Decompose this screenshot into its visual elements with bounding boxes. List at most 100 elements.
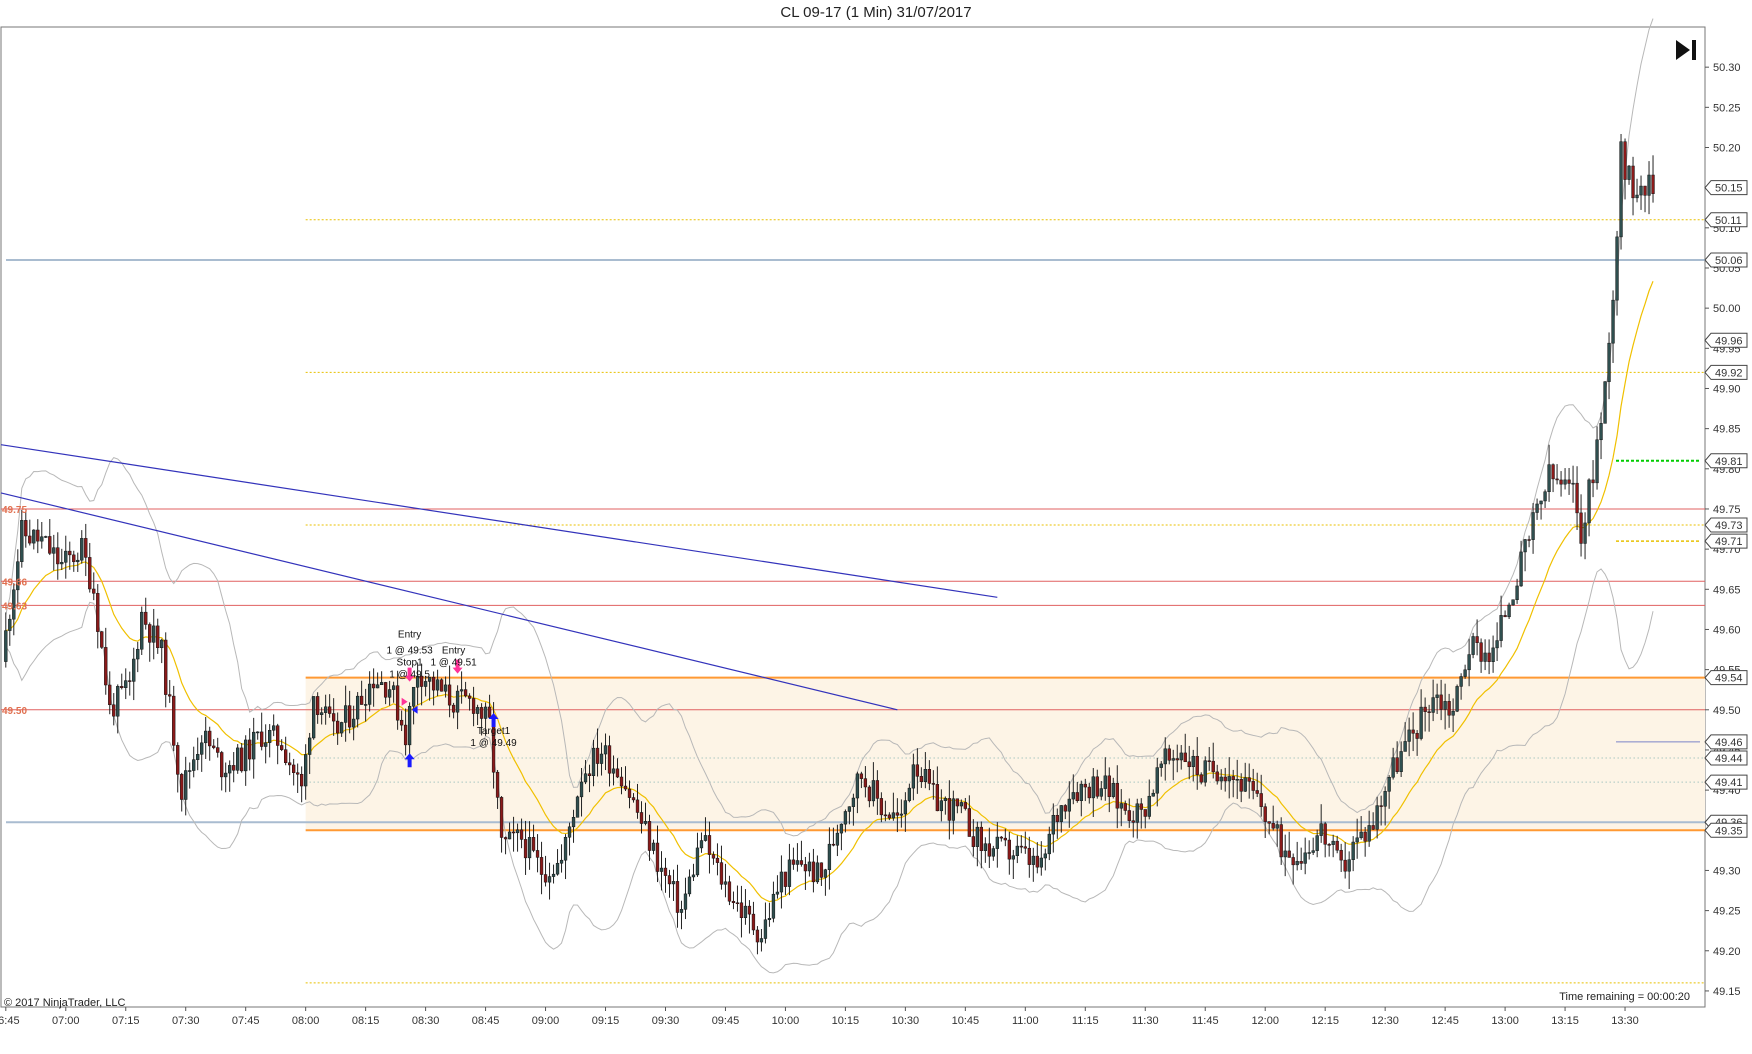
price-tag: 49.35 — [1704, 822, 1748, 838]
candle-body — [1143, 809, 1147, 817]
candle-body — [108, 684, 112, 706]
candle-body — [883, 814, 888, 817]
candle-body — [308, 737, 312, 755]
candle-body — [811, 861, 816, 883]
x-tick-label: 10:00 — [772, 1015, 800, 1027]
candle-body — [923, 769, 928, 782]
candle-body — [639, 812, 644, 824]
candle-body — [591, 747, 596, 776]
price-tag: 50.15 — [1704, 180, 1748, 196]
candle-body — [1259, 793, 1263, 807]
candle-body — [655, 842, 660, 872]
candle-body — [567, 826, 572, 838]
candle-body — [1139, 803, 1143, 810]
candle-body — [1215, 771, 1219, 782]
candle-body — [1007, 839, 1011, 860]
candle-body — [903, 800, 908, 815]
x-tick-label: 12:15 — [1311, 1015, 1339, 1027]
candle-body — [64, 550, 68, 563]
candle-body — [847, 806, 852, 812]
candle-body — [635, 799, 640, 813]
candle-body — [1459, 676, 1463, 687]
x-tick-label: 11:45 — [1192, 1015, 1219, 1027]
x-tick-label: 08:15 — [352, 1015, 380, 1027]
candle-body — [288, 762, 292, 766]
candle-body — [220, 752, 224, 778]
candle-body — [487, 706, 492, 718]
candle-body — [1339, 849, 1343, 861]
candle-body — [188, 770, 192, 772]
candle-body — [495, 771, 500, 798]
candle-body — [1079, 783, 1083, 801]
price-tag: 50.11 — [1704, 212, 1748, 228]
candle-body — [136, 648, 140, 660]
candle-body — [1447, 701, 1451, 716]
candle-body — [967, 808, 971, 837]
candle-body — [232, 765, 236, 771]
candle-body — [1515, 585, 1519, 600]
candle-body — [859, 773, 864, 779]
candle-body — [479, 707, 484, 719]
candle-body — [935, 784, 940, 812]
candle-body — [1203, 760, 1207, 783]
price-chart[interactable]: Entry1 @ 49.53Stop11 @ 49.5Entry1 @ 49.5… — [0, 0, 1752, 1054]
candle-body — [1099, 788, 1103, 797]
candle-body — [1507, 604, 1511, 618]
candle-body — [767, 918, 772, 921]
candle-body — [1479, 642, 1483, 662]
candle-body — [403, 724, 408, 746]
trade-annotation-label: 1 @ 49.53 — [386, 646, 433, 657]
candle-body — [803, 864, 808, 872]
candle-body — [68, 550, 72, 556]
candle-body — [256, 731, 260, 734]
x-tick-label: 10:30 — [892, 1015, 920, 1027]
candle-body — [759, 938, 764, 943]
candle-body — [128, 680, 132, 682]
candle-body — [1183, 752, 1187, 763]
candle-body — [124, 680, 128, 688]
price-tag-label: 50.06 — [1715, 255, 1743, 267]
candle-body — [551, 873, 556, 877]
candle-body — [471, 698, 476, 714]
candle-body — [1539, 500, 1543, 505]
candle-body — [447, 684, 452, 706]
y-tick-label: 50.30 — [1713, 62, 1741, 74]
candle-body — [1647, 174, 1651, 196]
candle-body — [236, 747, 240, 771]
candle-body — [687, 876, 692, 895]
y-tick-label: 49.30 — [1713, 865, 1741, 877]
candle-body — [1595, 439, 1599, 484]
candle-body — [1331, 840, 1335, 845]
candle-body — [979, 826, 983, 851]
candle-body — [383, 682, 388, 698]
trade-annotation-label: Stop1 — [397, 658, 424, 669]
candle-body — [56, 547, 60, 565]
candle-body — [264, 742, 268, 747]
candle-body — [1247, 777, 1251, 782]
candle-body — [1087, 786, 1091, 799]
candle-body — [1191, 755, 1195, 768]
trade-annotation-label: 1 @ 49.5 — [389, 670, 430, 681]
candle-body — [799, 860, 804, 865]
candle-body — [1027, 847, 1031, 865]
candle-body — [1011, 855, 1015, 860]
candle-body — [879, 798, 884, 816]
candle-body — [296, 772, 300, 775]
candle-body — [180, 774, 184, 800]
candle-body — [1467, 654, 1471, 671]
price-tag-label: 50.15 — [1715, 183, 1743, 195]
candle-body — [208, 730, 212, 747]
candle-body — [735, 902, 740, 905]
candle-body — [1511, 599, 1515, 606]
candle-body — [1171, 758, 1175, 761]
candle-body — [1543, 491, 1547, 502]
candle-body — [1603, 381, 1607, 424]
candle-body — [164, 639, 168, 695]
candle-body — [1271, 823, 1275, 829]
candle-body — [1043, 853, 1047, 859]
x-tick-label: 12:00 — [1251, 1015, 1279, 1027]
candle-body — [375, 684, 380, 689]
trade-annotation-label: 1 @ 49.49 — [470, 738, 517, 749]
candle-body — [1243, 777, 1247, 792]
candle-body — [587, 773, 592, 776]
